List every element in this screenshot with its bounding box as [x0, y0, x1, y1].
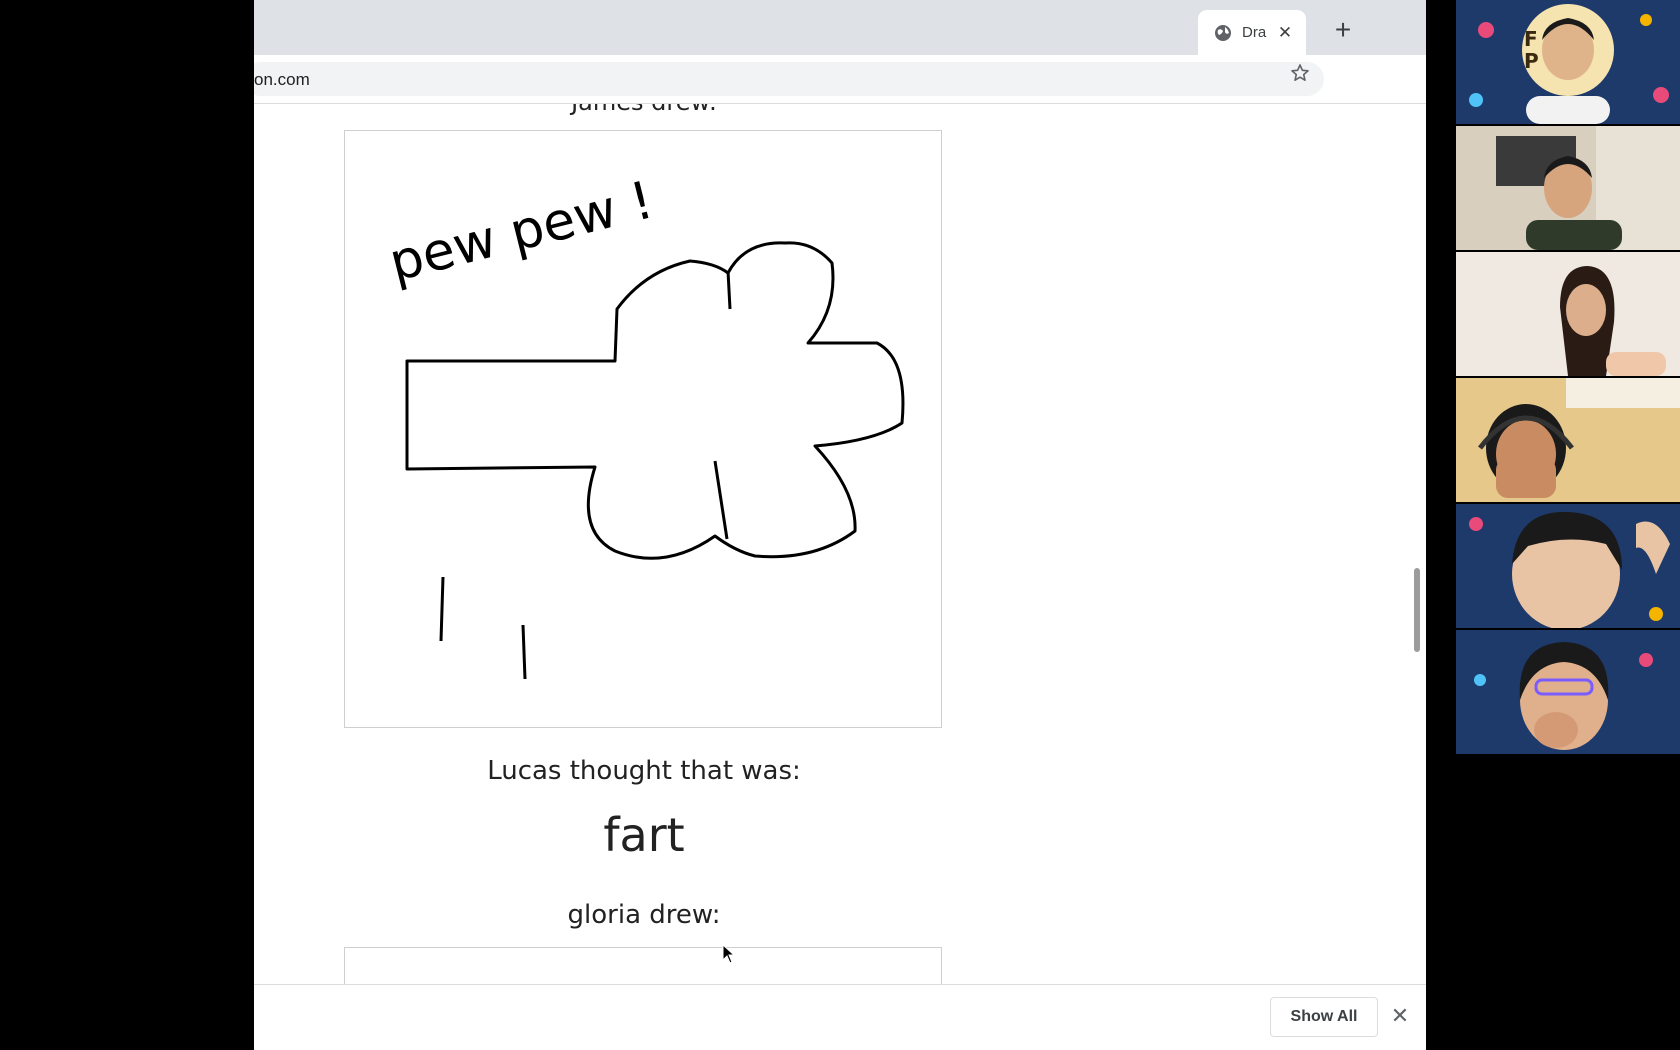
drip-stroke-1 [439, 576, 445, 642]
drawer-caption: James drew: [344, 104, 944, 116]
downloads-bar: Show All ✕ [254, 984, 1426, 1050]
drawing: pew pew ! [384, 170, 905, 680]
participant-video-3[interactable] [1456, 252, 1680, 376]
participant-video-4[interactable] [1456, 378, 1680, 502]
drip-stroke-2 [521, 624, 527, 680]
participant-video-5[interactable] [1456, 504, 1680, 628]
call-logo-line-1: F [1524, 27, 1538, 51]
cannon-stroke [405, 241, 905, 560]
video-call-gallery: F P [1456, 0, 1680, 756]
address-bar[interactable]: on.com [254, 62, 1324, 96]
url-text: on.com [254, 70, 310, 89]
tab-strip: Dra ✕ + [254, 0, 1426, 55]
globe-icon [1215, 24, 1231, 41]
call-logo-line-2: P [1524, 49, 1539, 73]
participant-video-2[interactable] [1456, 126, 1680, 250]
video-frame [1456, 630, 1680, 754]
browser-window: Dra ✕ + on.com James drew: pew pew ! Luc… [254, 0, 1426, 1050]
page-scrollbar[interactable] [1414, 568, 1420, 652]
browser-toolbar: on.com [254, 55, 1426, 104]
page-content: James drew: pew pew ! Lucas thought that… [254, 104, 1426, 984]
guesser-caption: Lucas thought that was: [487, 756, 801, 786]
guess-text: fart [603, 808, 685, 862]
cannon-stroke-inner-1 [726, 270, 732, 310]
drawing-canvas: pew pew ! [344, 130, 942, 728]
video-frame [1456, 504, 1680, 628]
tab-title: Dra [1242, 24, 1267, 41]
next-drawing-canvas [344, 947, 942, 984]
bookmark-star-icon[interactable] [1290, 63, 1310, 83]
video-frame [1456, 126, 1680, 250]
participant-video-6[interactable] [1456, 630, 1680, 754]
close-tab-icon[interactable]: ✕ [1276, 23, 1294, 43]
participant-video-1[interactable]: F P [1456, 0, 1680, 124]
video-frame [1456, 378, 1680, 502]
mouse-cursor-icon [722, 944, 736, 964]
video-frame [1456, 252, 1680, 376]
close-downloads-icon[interactable]: ✕ [1388, 1003, 1412, 1029]
cannon-stroke-inner-2 [713, 460, 729, 540]
next-drawer-caption: gloria drew: [567, 900, 721, 930]
video-frame [1456, 0, 1680, 124]
call-logo-text: F P [1524, 28, 1539, 72]
new-tab-button[interactable]: + [1330, 16, 1356, 44]
show-all-button[interactable]: Show All [1270, 997, 1378, 1037]
browser-tab[interactable]: Dra ✕ [1198, 10, 1306, 55]
drawing-text: pew pew ! [384, 170, 659, 293]
